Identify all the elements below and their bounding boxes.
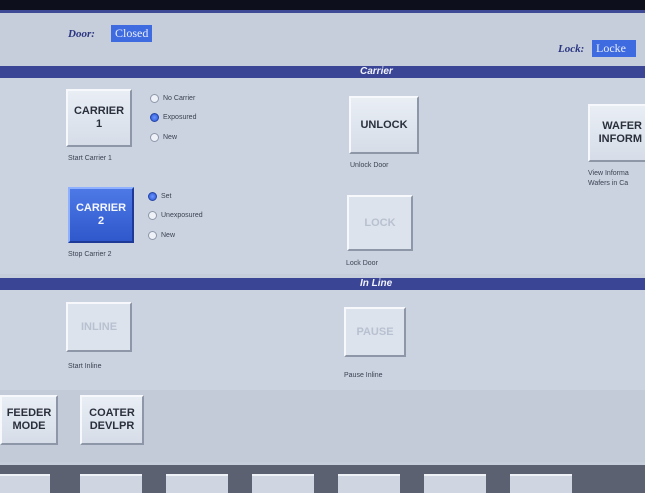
radio-dot xyxy=(148,231,157,240)
lock-label: Lock: xyxy=(558,43,585,55)
coater-developer-button[interactable]: COATER DEVLPR xyxy=(80,395,144,445)
top-border xyxy=(0,10,645,13)
control-screen: Door: Closed Lock: Locke Carrier CARRIER… xyxy=(0,10,645,493)
carrier-2-caption: Stop Carrier 2 xyxy=(68,251,112,258)
pause-label: PAUSE xyxy=(356,325,394,338)
door-status-badge: Closed xyxy=(111,25,153,42)
feeder-mode-button[interactable]: FEEDER MODE xyxy=(0,395,58,445)
wafer-label-line2: INFORM xyxy=(598,133,642,145)
toolbar-button-1[interactable] xyxy=(0,474,50,493)
wafer-label-line1: WAFER xyxy=(602,120,642,132)
carrier-section-bar: Carrier xyxy=(0,66,645,78)
carrier-1-button[interactable]: CARRIER 1 xyxy=(66,89,132,147)
radio-exposured[interactable]: Exposured xyxy=(150,113,196,122)
radio-label: New xyxy=(161,232,176,239)
toolbar-button-3[interactable] xyxy=(166,474,228,493)
lock-button[interactable]: LOCK xyxy=(347,195,413,251)
wafer-caption-line2: Wafers in Ca xyxy=(588,180,629,187)
toolbar-button-7[interactable] xyxy=(510,474,572,493)
toolbar-button-5[interactable] xyxy=(338,474,400,493)
radio-new-1[interactable]: New xyxy=(150,133,177,142)
radio-new-2[interactable]: New xyxy=(148,231,175,240)
radio-set[interactable]: Set xyxy=(148,192,172,201)
radio-label: Exposured xyxy=(163,114,197,121)
inline-section-title: In Line xyxy=(360,278,393,289)
toolbar-button-6[interactable] xyxy=(424,474,486,493)
radio-dot xyxy=(150,94,159,103)
radio-dot xyxy=(150,133,159,142)
radio-label: Unexposured xyxy=(161,212,203,219)
inline-button[interactable]: INLINE xyxy=(66,302,132,352)
wafer-information-button[interactable]: WAFER INFORM xyxy=(588,104,645,162)
carrier-2-label-line1: CARRIER xyxy=(75,202,127,214)
feeder-label-line2: MODE xyxy=(12,420,46,432)
unlock-caption: Unlock Door xyxy=(350,162,389,169)
pause-caption: Pause Inline xyxy=(344,372,383,379)
inline-section-bar: In Line xyxy=(0,278,645,290)
radio-label: Set xyxy=(161,193,172,200)
radio-label: New xyxy=(163,134,178,141)
toolbar-button-2[interactable] xyxy=(80,474,142,493)
carrier-section-title: Carrier xyxy=(360,66,393,77)
carrier-2-label-line2: 2 xyxy=(97,215,105,227)
wafer-caption-line1: View Informa xyxy=(588,170,629,177)
inline-caption: Start Inline xyxy=(68,363,102,370)
door-label: Door: xyxy=(68,28,95,40)
feeder-label-line1: FEEDER xyxy=(6,407,52,419)
radio-dot-selected xyxy=(150,113,159,122)
lock-label: LOCK xyxy=(364,216,396,229)
carrier-2-button[interactable]: CARRIER 2 xyxy=(68,187,134,243)
unlock-label: UNLOCK xyxy=(360,118,408,131)
radio-unexposured[interactable]: Unexposured xyxy=(148,211,203,220)
unlock-button[interactable]: UNLOCK xyxy=(349,96,419,154)
lock-status-badge: Locke xyxy=(592,40,636,57)
lock-caption: Lock Door xyxy=(346,260,378,267)
carrier-1-label-line2: 1 xyxy=(95,118,103,130)
inline-label: INLINE xyxy=(80,320,118,333)
coater-label-line1: COATER xyxy=(89,407,135,419)
pause-button[interactable]: PAUSE xyxy=(344,307,406,357)
toolbar-button-4[interactable] xyxy=(252,474,314,493)
radio-no-carrier[interactable]: No Carrier xyxy=(150,94,195,103)
carrier-1-label-line1: CARRIER xyxy=(73,105,125,117)
carrier-1-caption: Start Carrier 1 xyxy=(68,155,112,162)
radio-dot-selected xyxy=(148,192,157,201)
radio-dot xyxy=(148,211,157,220)
radio-label: No Carrier xyxy=(163,95,196,102)
coater-label-line2: DEVLPR xyxy=(89,420,135,432)
